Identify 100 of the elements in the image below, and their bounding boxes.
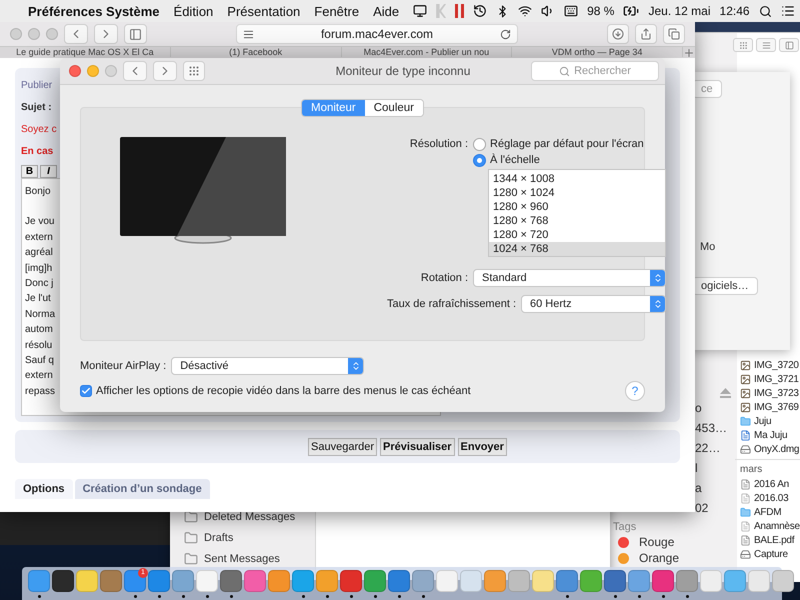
- address-field[interactable]: forum.mac4ever.com: [236, 24, 518, 44]
- form-button[interactable]: Envoyer: [458, 438, 507, 456]
- mailbox-item[interactable]: Deleted Messages: [204, 510, 296, 522]
- form-tab[interactable]: Création d’un sondage: [74, 479, 210, 499]
- resolution-option[interactable]: 1280 × 960: [489, 200, 666, 214]
- window-title: Moniteur de type inconnu: [334, 64, 472, 78]
- file-name[interactable]: AFDM: [754, 506, 782, 518]
- airplay-label: Moniteur AirPlay :: [80, 358, 166, 374]
- column-view-button[interactable]: [779, 38, 799, 52]
- file-name[interactable]: OnyX.dmg: [754, 444, 800, 454]
- form-button[interactable]: Sauvegarder: [308, 438, 378, 456]
- message-line: résolu: [25, 338, 52, 353]
- software-button[interactable]: ogiciels…: [692, 277, 758, 295]
- format-button[interactable]: B: [21, 165, 38, 178]
- forward-button[interactable]: [94, 24, 118, 44]
- download-button[interactable]: [607, 24, 629, 44]
- form-button[interactable]: Prévisualiser: [380, 438, 455, 456]
- file-name[interactable]: IMG_3723: [754, 388, 799, 398]
- grid-view-button[interactable]: [733, 38, 753, 52]
- file-name[interactable]: 2016 An: [754, 478, 789, 490]
- app-icon[interactable]: [388, 570, 410, 592]
- browser-tab[interactable]: (1) Facebook: [170, 47, 342, 57]
- show-all-button[interactable]: [183, 61, 205, 81]
- file-name[interactable]: BALE.pdf: [754, 534, 794, 546]
- radio-label: Réglage par défaut pour l'écran: [490, 138, 644, 150]
- file-name[interactable]: IMG_3720: [754, 360, 799, 370]
- image-file-icon: [740, 402, 751, 412]
- file-name[interactable]: Capture: [754, 548, 788, 560]
- app-icon[interactable]: [220, 570, 242, 592]
- resolution-option[interactable]: 1024 × 768: [489, 242, 666, 256]
- keyboard-icon: [564, 4, 578, 18]
- pause-icon: [455, 4, 464, 18]
- file-name[interactable]: Juju: [754, 416, 772, 426]
- airplay-select[interactable]: Désactivé: [171, 357, 364, 375]
- list-icon: [762, 40, 770, 50]
- back-button[interactable]: [123, 61, 147, 81]
- battery-percentage: 98 %: [587, 4, 614, 18]
- resolution-option[interactable]: 1280 × 720: [489, 228, 666, 242]
- refresh-select[interactable]: 60 Hertz: [521, 295, 666, 313]
- forward-button[interactable]: [153, 61, 177, 81]
- file-name[interactable]: Ma Juju: [754, 430, 788, 440]
- search-icon[interactable]: [758, 4, 772, 18]
- app-icon[interactable]: [604, 570, 626, 592]
- mailbox-item[interactable]: Drafts: [204, 532, 234, 544]
- clock-icon: [473, 4, 488, 18]
- menu-item[interactable]: Fenêtre: [314, 4, 360, 18]
- minimize-button[interactable]: [28, 28, 40, 40]
- menu-item[interactable]: Aide: [373, 4, 400, 18]
- rotation-select[interactable]: Standard: [473, 269, 666, 287]
- document-icon: [740, 478, 751, 490]
- list-view-button[interactable]: [756, 38, 776, 52]
- browser-tab[interactable]: Le guide pratique Mac OS X El Ca: [0, 47, 171, 57]
- close-button[interactable]: [10, 28, 22, 40]
- grid-icon: [738, 40, 748, 50]
- file-name[interactable]: IMG_3769: [754, 402, 799, 412]
- minimize-button[interactable]: [87, 65, 99, 77]
- tag-label[interactable]: Orange: [639, 551, 680, 565]
- close-button[interactable]: [69, 65, 81, 77]
- browser-tab[interactable]: VDM ortho — Page 34: [512, 47, 683, 57]
- reader-icon: [243, 28, 254, 40]
- subject-label: Sujet :: [21, 101, 52, 115]
- format-button[interactable]: I: [40, 165, 57, 178]
- app-icon[interactable]: [340, 570, 362, 592]
- section-header: mars: [735, 459, 800, 477]
- tag-label[interactable]: Rouge: [639, 535, 674, 549]
- new-tab-icon[interactable]: [683, 47, 695, 59]
- zoom-button[interactable]: [105, 65, 117, 77]
- resolution-option[interactable]: 1280 × 768: [489, 214, 666, 228]
- resolution-option[interactable]: 1344 × 1008: [489, 172, 666, 186]
- app-menu[interactable]: Préférences Système: [28, 4, 160, 18]
- sidebar-button[interactable]: [124, 24, 147, 44]
- tabs-button[interactable]: [663, 24, 685, 44]
- message-line: Je vou: [25, 215, 54, 230]
- app-icon[interactable]: [52, 570, 74, 592]
- stepper-icon: [350, 361, 361, 371]
- file-name[interactable]: IMG_3721: [754, 374, 799, 384]
- menu-item[interactable]: Présentation: [227, 4, 300, 18]
- message-line: [img]h: [25, 262, 52, 276]
- browser-tab[interactable]: Mac4Ever.com - Publier un nou: [342, 47, 512, 57]
- sidebar-text: o: [694, 400, 703, 417]
- form-tab[interactable]: Options: [15, 479, 73, 499]
- zoom-button[interactable]: [46, 28, 58, 40]
- file-name[interactable]: 2016.03: [754, 492, 788, 504]
- warning-text: Soyez c: [21, 123, 57, 137]
- menu-item[interactable]: Édition: [174, 4, 214, 18]
- share-button[interactable]: [635, 24, 657, 44]
- resolution-option[interactable]: 1280 × 1024: [489, 186, 666, 200]
- message-line: Donc j: [25, 277, 54, 292]
- eject-icon: [720, 388, 731, 398]
- back-button[interactable]: [64, 24, 88, 44]
- sidebar-icon: [129, 28, 142, 40]
- document-icon: [740, 492, 751, 504]
- radio-button[interactable]: [473, 138, 486, 150]
- radio-button[interactable]: [473, 154, 486, 166]
- menu-list-icon[interactable]: [780, 4, 795, 18]
- mailbox-item[interactable]: Sent Messages: [204, 552, 280, 564]
- reload-icon: [500, 28, 511, 40]
- checkbox[interactable]: [80, 385, 92, 397]
- sidebar-text: 453…: [694, 420, 728, 437]
- file-name[interactable]: Anamnèse: [754, 520, 800, 532]
